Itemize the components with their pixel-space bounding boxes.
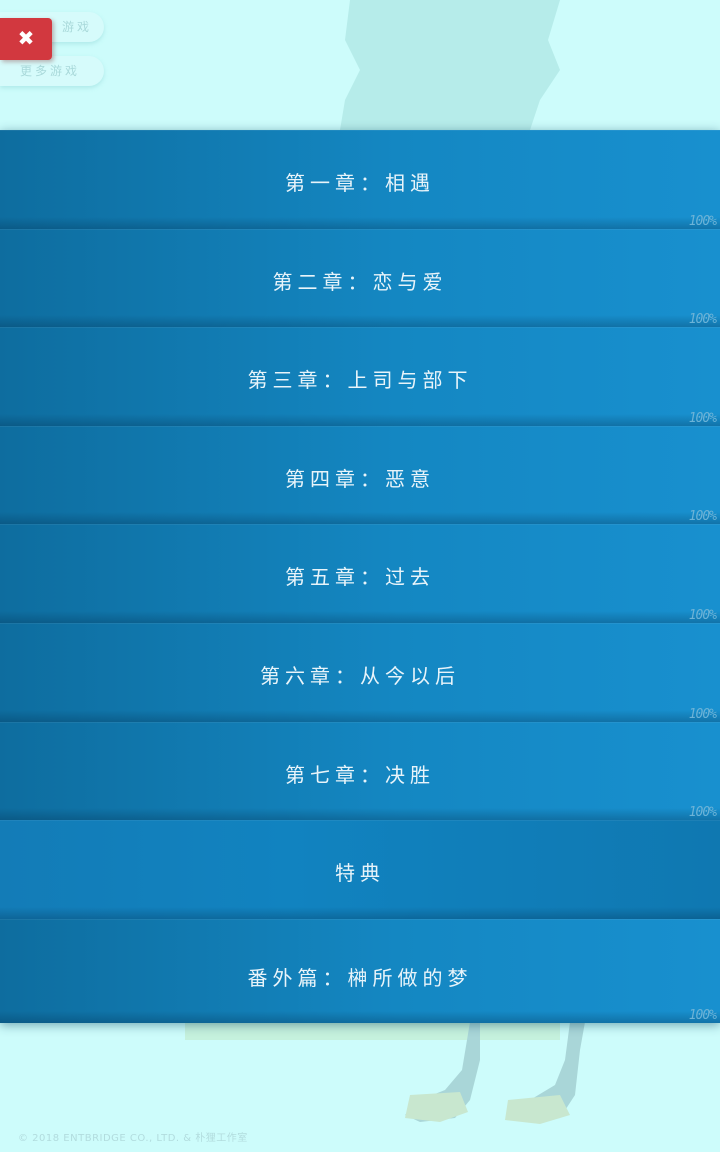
chapter-title: 第六章：从今以后 <box>260 663 460 688</box>
chapter-item-1[interactable]: 第一章：相遇 100% <box>0 130 720 229</box>
chapter-progress: 100% <box>688 706 717 722</box>
chapter-title: 第二章：恋与爱 <box>272 269 448 294</box>
chapter-item-6[interactable]: 第六章：从今以后 100% <box>0 622 720 722</box>
chapter-title: 第五章：过去 <box>285 565 435 590</box>
menu-pill-top-label: 游戏 <box>62 20 93 34</box>
chapter-item-4[interactable]: 第四章：恶意 100% <box>0 425 720 525</box>
chapter-item-2[interactable]: 第二章：恋与爱 100% <box>0 228 720 328</box>
chapter-item-7[interactable]: 第七章：决胜 100% <box>0 721 720 821</box>
chapter-title: 第三章：上司与部下 <box>247 368 473 393</box>
chapter-progress: 100% <box>688 312 717 328</box>
chapter-progress: 100% <box>688 607 717 623</box>
more-games-label: 更多游戏 <box>20 64 81 78</box>
chapter-title: 特典 <box>335 861 385 886</box>
chapter-progress: 100% <box>688 410 717 426</box>
copyright-text: © 2018 ENTBRIDGE CO., LTD. & 朴狸工作室 <box>18 1133 248 1144</box>
chapter-list: 第一章：相遇 100% 第二章：恋与爱 100% 第三章：上司与部下 100% … <box>0 130 720 1023</box>
chapter-title: 番外篇：榊所做的梦 <box>247 965 473 990</box>
chapter-progress: 100% <box>688 1007 717 1023</box>
chapter-title: 第一章：相遇 <box>285 171 435 195</box>
close-icon: ✖ <box>17 26 35 50</box>
chapter-title: 第七章：决胜 <box>285 762 435 787</box>
chapter-title: 第四章：恶意 <box>285 466 435 491</box>
chapter-progress: 100% <box>688 213 717 229</box>
chapter-item-5[interactable]: 第五章：过去 100% <box>0 524 720 623</box>
chapter-item-special[interactable]: 特典 <box>0 820 720 919</box>
close-button[interactable]: ✖ <box>0 18 52 60</box>
more-games-button[interactable]: 更多游戏 <box>0 56 104 86</box>
chapter-progress: 100% <box>688 805 717 821</box>
chapter-item-3[interactable]: 第三章：上司与部下 100% <box>0 327 720 426</box>
chapter-progress: 100% <box>688 509 717 525</box>
chapter-item-extra[interactable]: 番外篇：榊所做的梦 100% <box>0 918 720 1023</box>
